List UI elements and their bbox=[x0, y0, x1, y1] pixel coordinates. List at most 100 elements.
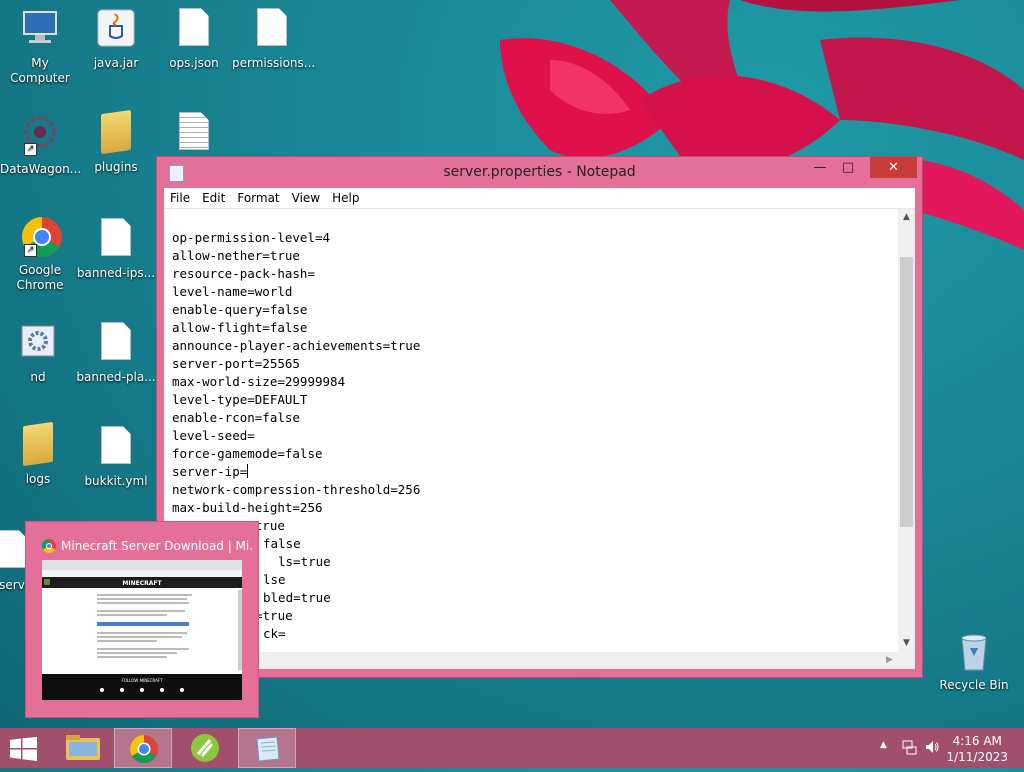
thumb-footer: FOLLOW MINECRAFT bbox=[121, 678, 163, 683]
menu-help[interactable]: Help bbox=[326, 188, 365, 208]
taskbar-chrome[interactable] bbox=[114, 728, 172, 768]
desktop-icon-label: banned-pla... bbox=[76, 370, 156, 384]
shortcut-arrow-icon: ↗ bbox=[24, 143, 37, 156]
desktop-icon-label: ops.json bbox=[169, 56, 219, 70]
desktop-icon-bukkit-yml[interactable]: bukkit.yml bbox=[76, 426, 156, 489]
chrome-icon bbox=[130, 735, 158, 763]
text-line-cursor: server-ip= bbox=[172, 463, 420, 481]
java-icon bbox=[96, 8, 136, 52]
computer-icon bbox=[20, 8, 60, 52]
clock-time: 4:16 AM bbox=[952, 734, 1002, 748]
chrome-icon bbox=[42, 539, 56, 553]
text-line: level-type=DEFAULT bbox=[172, 392, 308, 407]
scroll-right-icon[interactable]: ▶ bbox=[881, 652, 898, 669]
text-line: level-name=world bbox=[172, 284, 293, 299]
thumb-heading: MINECRAFT bbox=[122, 580, 162, 587]
desktop-icon-ops-json[interactable]: ops.json bbox=[154, 8, 234, 71]
desktop-icon-permissions[interactable]: permissions... bbox=[232, 8, 316, 71]
taskbar-file-explorer[interactable] bbox=[54, 728, 112, 768]
text-line: enable-rcon=false bbox=[172, 410, 300, 425]
scroll-corner bbox=[898, 652, 915, 669]
desktop-icon-label: permissions... bbox=[232, 56, 316, 70]
text-line: max-world-size=29999984 bbox=[172, 374, 346, 389]
text-line: enable-query=false bbox=[172, 302, 308, 317]
menu-edit[interactable]: Edit bbox=[196, 188, 231, 208]
clock[interactable]: 4:16 AM 1/11/2023 bbox=[946, 733, 1008, 765]
text-line: resource-pack-hash= bbox=[172, 266, 315, 281]
title-bar[interactable]: server.properties - Notepad — □ ✕ bbox=[157, 157, 922, 188]
menu-bar: File Edit Format View Help bbox=[164, 188, 915, 209]
desktop-icon-label: DataWagon... bbox=[0, 162, 82, 176]
text-file-icon bbox=[174, 112, 214, 156]
desktop-icon-banned-ips[interactable]: banned-ips... bbox=[76, 218, 156, 281]
vertical-scrollbar[interactable]: ▲ ▼ bbox=[898, 209, 915, 652]
system-tray: ▲ 4:16 AM 1/11/2023 bbox=[864, 728, 1024, 768]
text-line: network-compression-threshold=256 bbox=[172, 482, 421, 497]
minimize-button[interactable]: — bbox=[806, 157, 834, 178]
maximize-button[interactable]: □ bbox=[834, 157, 862, 178]
clock-date: 1/11/2023 bbox=[946, 750, 1008, 764]
desktop-icon-logs[interactable]: logs bbox=[0, 421, 78, 487]
volume-icon[interactable] bbox=[924, 739, 940, 755]
file-icon bbox=[174, 8, 214, 52]
desktop-icon-nd[interactable]: nd bbox=[0, 322, 78, 385]
desktop-icon-label: nd bbox=[30, 370, 46, 384]
taskbar-app-green[interactable] bbox=[176, 728, 234, 768]
text-line: force-gamemode=false bbox=[172, 446, 323, 461]
desktop-icon-recycle-bin[interactable]: Recycle Bin bbox=[934, 630, 1014, 693]
close-button[interactable]: ✕ bbox=[870, 157, 917, 178]
folder-icon bbox=[18, 421, 58, 468]
notepad-icon bbox=[256, 736, 280, 762]
text-line: announce-player-achievements=true bbox=[172, 338, 421, 353]
datawagon-icon: ↗ bbox=[20, 114, 60, 158]
desktop-icon-datawagon[interactable]: ↗ DataWagon... bbox=[0, 114, 82, 177]
menu-view[interactable]: View bbox=[286, 188, 326, 208]
file-icon bbox=[96, 426, 136, 470]
desktop-icon-java-jar[interactable]: java.jar bbox=[76, 8, 156, 71]
text-line: allow-flight=false bbox=[172, 320, 308, 335]
text-caret bbox=[247, 464, 249, 478]
taskbar-notepad[interactable] bbox=[238, 728, 296, 768]
desktop-icon-label: plugins bbox=[94, 160, 138, 174]
file-icon bbox=[96, 218, 136, 262]
desktop-icon-label: My Computer bbox=[10, 56, 70, 85]
scroll-up-icon[interactable]: ▲ bbox=[898, 209, 915, 226]
shortcut-arrow-icon: ↗ bbox=[24, 244, 37, 257]
text-line: server-ip= bbox=[172, 464, 248, 479]
file-icon bbox=[252, 8, 292, 52]
folder-icon bbox=[96, 109, 136, 156]
green-app-icon bbox=[191, 734, 219, 762]
text-editor[interactable]: op-permission-level=4 allow-nether=true re… bbox=[164, 209, 915, 669]
desktop-icon-my-computer[interactable]: My Computer bbox=[0, 8, 80, 86]
desktop-icon-label: logs bbox=[25, 472, 51, 486]
taskbar-preview-chrome[interactable]: Minecraft Server Download | Mi... MINECR… bbox=[25, 521, 259, 718]
text-line: max-build-height=256 bbox=[172, 500, 323, 515]
horizontal-scrollbar[interactable]: ◀ ▶ bbox=[164, 652, 898, 669]
desktop-icon-label: java.jar bbox=[93, 56, 139, 70]
desktop-icon-label: banned-ips... bbox=[76, 266, 156, 280]
network-icon[interactable] bbox=[902, 739, 918, 755]
windows-logo-icon bbox=[10, 737, 37, 761]
text-line: server-port=25565 bbox=[172, 356, 300, 371]
desktop-icon-label: bukkit.yml bbox=[84, 474, 148, 488]
file-explorer-icon bbox=[66, 735, 100, 760]
desktop-icon-plugins[interactable]: plugins bbox=[76, 109, 156, 175]
preview-thumbnail: MINECRAFT FOLLOW MINECRAFT bbox=[42, 560, 242, 700]
chrome-icon: ↗ bbox=[20, 215, 62, 259]
preview-title: Minecraft Server Download | Mi... bbox=[42, 539, 252, 553]
notepad-window[interactable]: server.properties - Notepad — □ ✕ File Ed… bbox=[156, 156, 923, 678]
start-button[interactable] bbox=[10, 737, 38, 761]
text-line: level-seed= bbox=[172, 428, 255, 443]
desktop-icon-google-chrome[interactable]: ↗ Google Chrome bbox=[0, 215, 80, 293]
scroll-down-icon[interactable]: ▼ bbox=[898, 635, 915, 652]
text-line: op-permission-level=4 bbox=[172, 230, 331, 245]
desktop-icon-server-properties[interactable] bbox=[154, 112, 234, 160]
text-line: allow-nether=true bbox=[172, 248, 300, 263]
show-hidden-icons-icon[interactable]: ▲ bbox=[880, 740, 887, 750]
scroll-thumb[interactable] bbox=[900, 257, 913, 527]
menu-file[interactable]: File bbox=[164, 188, 196, 208]
taskbar: ▲ 4:16 AM 1/11/2023 bbox=[0, 728, 1024, 768]
menu-format[interactable]: Format bbox=[231, 188, 285, 208]
desktop-icon-label: Google Chrome bbox=[16, 263, 64, 292]
desktop-icon-banned-players[interactable]: banned-pla... bbox=[76, 322, 156, 385]
